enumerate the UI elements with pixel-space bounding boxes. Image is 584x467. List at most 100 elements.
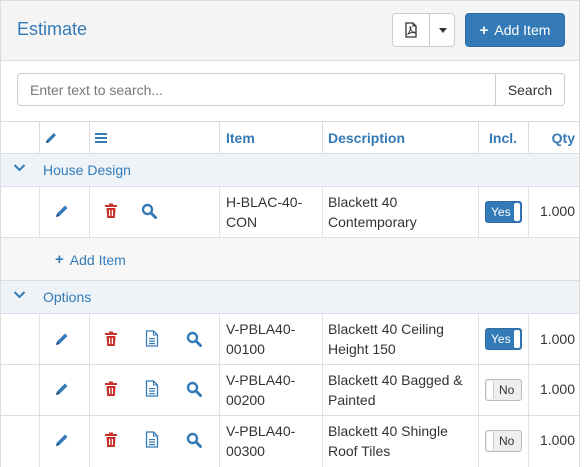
table-row: V-PBLA40- 00300 Blackett 40 Shingle Roof… <box>1 416 579 467</box>
plus-icon: + <box>55 251 64 268</box>
trash-icon[interactable] <box>104 381 118 397</box>
description-cell: Blackett 40 Ceiling Height 150 <box>322 314 478 364</box>
description-line2: Painted <box>328 392 376 408</box>
magnifier-icon[interactable] <box>186 331 202 347</box>
trash-icon[interactable] <box>104 432 118 448</box>
table-row: H-BLAC-40- CON Blackett 40 Contemporary … <box>1 187 579 238</box>
description-cell: Blackett 40 Bagged & Painted <box>322 365 478 415</box>
document-icon[interactable] <box>145 380 159 397</box>
group-header-options[interactable]: Options <box>1 281 579 314</box>
included-cell: Yes <box>478 187 528 237</box>
document-icon[interactable] <box>145 330 159 347</box>
actions-column-header <box>89 122 219 153</box>
page-title: Estimate <box>17 19 88 39</box>
caret-down-icon <box>438 27 447 33</box>
included-toggle[interactable]: Yes <box>485 201 522 223</box>
item-code-line1: V-PBLA40- <box>226 321 296 337</box>
included-cell: No <box>478 416 528 467</box>
group-header-house-design[interactable]: House Design <box>1 154 579 187</box>
edit-cell <box>39 314 89 364</box>
item-code-line1: H-BLAC-40- <box>226 194 303 210</box>
actions-cell <box>89 187 219 237</box>
search-bar: Search <box>17 73 565 106</box>
item-column-header[interactable]: Item <box>219 122 322 153</box>
actions-cell <box>89 365 219 415</box>
pdf-export-group <box>392 13 455 47</box>
edit-icon[interactable] <box>54 331 70 347</box>
item-code-line1: V-PBLA40- <box>226 423 296 439</box>
chevron-down-icon[interactable] <box>13 290 26 300</box>
search-button[interactable]: Search <box>495 73 565 106</box>
group-label: Options <box>43 289 92 305</box>
included-toggle-label: No <box>499 383 515 397</box>
description-cell: Blackett 40 Contemporary <box>322 187 478 237</box>
estimate-panel: Estimate + Add Item Search <box>0 0 580 467</box>
included-cell: Yes <box>478 314 528 364</box>
item-cell: V-PBLA40- 00300 <box>219 416 322 467</box>
document-icon[interactable] <box>145 431 159 448</box>
trash-icon[interactable] <box>104 331 118 347</box>
magnifier-icon[interactable] <box>141 203 157 219</box>
item-code-line2: 00200 <box>226 392 265 408</box>
table-header: Item Description Incl. Qty <box>1 121 579 154</box>
description-column-header[interactable]: Description <box>322 122 478 153</box>
quantity-cell: 1.000 <box>528 416 579 467</box>
table-row: V-PBLA40- 00100 Blackett 40 Ceiling Heig… <box>1 314 579 365</box>
description-line2: Contemporary <box>328 214 417 230</box>
included-toggle-label: Yes <box>491 332 511 346</box>
included-cell: No <box>478 365 528 415</box>
pdf-icon <box>405 22 417 38</box>
item-code-line2: CON <box>226 214 258 230</box>
included-column-header[interactable]: Incl. <box>478 122 528 153</box>
edit-icon[interactable] <box>54 203 70 219</box>
item-cell: V-PBLA40- 00200 <box>219 365 322 415</box>
item-cell: H-BLAC-40- CON <box>219 187 322 237</box>
add-item-row: + Add Item <box>1 238 579 281</box>
quantity-value: 1.000 <box>539 203 575 219</box>
pencil-icon <box>46 132 56 143</box>
add-item-link[interactable]: + Add Item <box>55 251 126 268</box>
description-line1: Blackett 40 Shingle <box>328 423 448 439</box>
panel-header: Estimate + Add Item <box>1 1 579 61</box>
edit-cell <box>39 187 89 237</box>
edit-cell <box>39 416 89 467</box>
plus-icon: + <box>479 21 489 39</box>
add-item-link-label: Add Item <box>69 251 126 268</box>
edit-column-header <box>39 122 89 153</box>
edit-icon[interactable] <box>54 432 70 448</box>
pdf-export-button[interactable] <box>393 14 430 46</box>
trash-icon[interactable] <box>104 203 118 219</box>
description-line1: Blackett 40 <box>328 194 398 210</box>
description-line2: Height 150 <box>328 341 396 357</box>
magnifier-icon[interactable] <box>186 381 202 397</box>
quantity-cell: 1.000 <box>528 365 579 415</box>
item-code-line2: 00300 <box>226 443 265 459</box>
actions-cell <box>89 314 219 364</box>
included-toggle-label: No <box>499 434 515 448</box>
add-item-label: Add Item <box>494 22 551 38</box>
description-line1: Blackett 40 Bagged & <box>328 372 463 388</box>
item-cell: V-PBLA40- 00100 <box>219 314 322 364</box>
included-toggle[interactable]: Yes <box>485 328 522 350</box>
list-icon <box>95 132 107 143</box>
quantity-value: 1.000 <box>539 331 575 347</box>
quantity-value: 1.000 <box>539 432 575 448</box>
edit-icon[interactable] <box>54 381 70 397</box>
group-label: House Design <box>43 162 131 178</box>
description-cell: Blackett 40 Shingle Roof Tiles <box>322 416 478 467</box>
quantity-value: 1.000 <box>539 381 575 397</box>
magnifier-icon[interactable] <box>186 432 202 448</box>
quantity-cell: 1.000 <box>528 187 579 237</box>
item-code-line2: 00100 <box>226 341 265 357</box>
item-code-line1: V-PBLA40- <box>226 372 296 388</box>
search-input[interactable] <box>17 73 496 106</box>
description-line1: Blackett 40 Ceiling <box>328 321 444 337</box>
included-toggle[interactable]: No <box>485 379 522 401</box>
included-toggle[interactable]: No <box>485 430 522 452</box>
quantity-column-header[interactable]: Qty <box>528 122 579 153</box>
quantity-cell: 1.000 <box>528 314 579 364</box>
included-toggle-label: Yes <box>491 205 511 219</box>
chevron-down-icon[interactable] <box>13 163 26 173</box>
add-item-button[interactable]: + Add Item <box>465 13 565 47</box>
pdf-options-dropdown[interactable] <box>430 14 455 46</box>
